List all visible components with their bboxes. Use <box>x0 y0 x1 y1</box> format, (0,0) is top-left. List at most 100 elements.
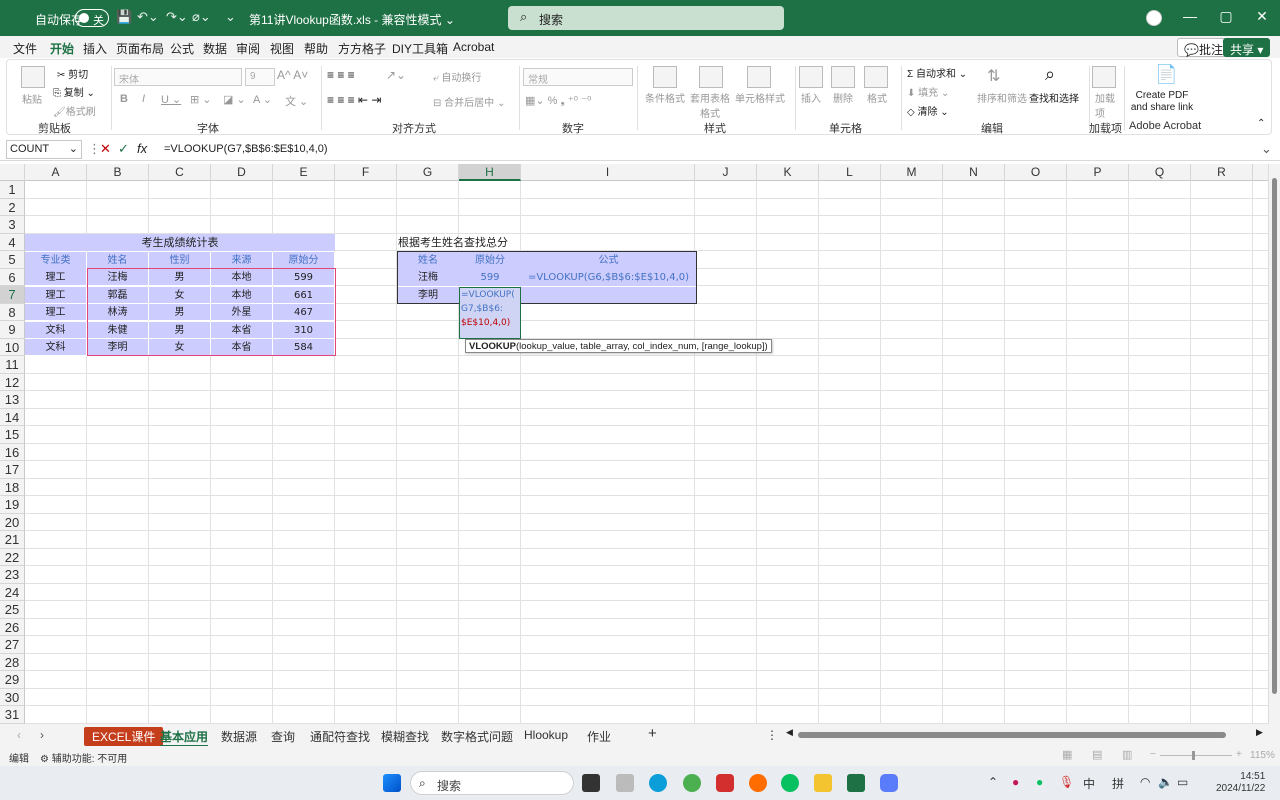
align-top-icon[interactable]: ≡ ≡ ≡ <box>327 68 355 82</box>
column-header-j[interactable]: J <box>695 164 757 181</box>
row-header-4[interactable]: 4 <box>0 233 25 251</box>
sheet-tab-query[interactable]: 查询 <box>271 728 295 745</box>
row-header-17[interactable]: 17 <box>0 461 25 479</box>
table1-data-cell[interactable]: 理工 <box>25 286 87 304</box>
view-layout-icon[interactable]: ▤ <box>1092 748 1102 761</box>
row-header-10[interactable]: 10 <box>0 338 25 356</box>
cell-styles-button[interactable]: 单元格样式 <box>735 90 785 105</box>
zoom-in-icon[interactable]: + <box>1236 749 1242 760</box>
row-header-13[interactable]: 13 <box>0 391 25 409</box>
row-header-23[interactable]: 23 <box>0 566 25 584</box>
grow-font-icon[interactable]: A^ A˅ <box>277 68 308 82</box>
row-header-22[interactable]: 22 <box>0 548 25 566</box>
table1-data-cell[interactable]: 文科 <box>25 321 87 339</box>
font-name-combo[interactable]: 宋体 <box>114 68 242 86</box>
table2-title[interactable]: 根据考生姓名查找总分 <box>398 234 538 251</box>
autosave-toggle[interactable]: 关 <box>75 9 109 27</box>
customize-qat-icon[interactable]: ⌄ <box>225 9 236 25</box>
row-header-27[interactable]: 27 <box>0 636 25 654</box>
border-icon[interactable]: ⊞ ⌄ <box>190 93 212 106</box>
column-header-m[interactable]: M <box>881 164 943 181</box>
find-select-button[interactable]: 查找和选择 <box>1029 90 1079 105</box>
column-header-g[interactable]: G <box>397 164 459 181</box>
sheet-tab-homework[interactable]: 作业 <box>587 728 611 745</box>
prev-sheet-icon[interactable]: ‹ <box>17 728 21 742</box>
file-explorer-icon[interactable] <box>814 774 832 792</box>
row-header-14[interactable]: 14 <box>0 408 25 426</box>
row-header-24[interactable]: 24 <box>0 583 25 601</box>
table1-data-cell[interactable]: 理工 <box>25 304 87 321</box>
tab-help[interactable]: 帮助 <box>304 40 328 57</box>
tab-acrobat[interactable]: Acrobat <box>453 40 494 54</box>
copy-button[interactable]: ⎘ 复制 ⌄ <box>53 84 95 99</box>
table1-header-cell[interactable]: 性别 <box>149 251 211 269</box>
row-header-11[interactable]: 11 <box>0 356 25 374</box>
column-header-a[interactable]: A <box>25 164 87 181</box>
column-header-e[interactable]: E <box>273 164 335 181</box>
column-header-c[interactable]: C <box>149 164 211 181</box>
sheet-tab-fuzzy[interactable]: 模糊查找 <box>381 728 429 745</box>
table2-header-score[interactable]: 原始分 <box>459 251 521 269</box>
row-header-29[interactable]: 29 <box>0 671 25 689</box>
volume-icon[interactable]: 🔈 <box>1158 775 1173 789</box>
pinwheel-app-icon[interactable] <box>683 774 701 792</box>
bold-icon[interactable]: B <box>120 93 128 105</box>
paste-icon[interactable] <box>21 66 45 88</box>
wifi-icon[interactable]: ◠ <box>1140 775 1150 789</box>
column-header-n[interactable]: N <box>943 164 1005 181</box>
orientation-icon[interactable]: ↗⌄ <box>386 68 406 82</box>
clear-button[interactable]: ◇ 清除 ⌄ <box>907 103 949 118</box>
sheet-tab-wildcard[interactable]: 通配符查找 <box>310 728 370 745</box>
row-header-26[interactable]: 26 <box>0 618 25 636</box>
font-color-icon[interactable]: A ⌄ <box>253 93 272 106</box>
cut-button[interactable]: ✂ 剪切 <box>57 66 88 81</box>
column-header-k[interactable]: K <box>757 164 819 181</box>
row-header-15[interactable]: 15 <box>0 426 25 444</box>
tab-review[interactable]: 审阅 <box>236 40 260 57</box>
table1-data-cell[interactable]: 文科 <box>25 339 87 356</box>
table1-header-cell[interactable]: 原始分 <box>273 251 335 269</box>
format-quick-icon[interactable]: ⌀⌄ <box>192 9 211 25</box>
table1-header-cell[interactable]: 来源 <box>211 251 273 269</box>
column-header-d[interactable]: D <box>211 164 273 181</box>
horizontal-scrollbar[interactable]: ◀ ▶ <box>786 727 1266 740</box>
excel-taskbar-icon[interactable] <box>847 774 865 792</box>
format-cells-button[interactable]: 格式 <box>867 90 887 105</box>
undo-icon[interactable]: ↶⌄ <box>137 9 159 25</box>
sheet-tab-excel[interactable]: EXCEL课件 <box>84 727 164 746</box>
microphone-icon[interactable]: 🎙 <box>1059 775 1074 789</box>
insert-function-icon[interactable]: fx <box>137 141 147 156</box>
sheet-tab-hlookup[interactable]: Hlookup <box>524 728 568 742</box>
tab-data[interactable]: 数据 <box>203 40 227 57</box>
scroll-right-icon[interactable]: ▶ <box>1256 727 1263 738</box>
comments-button[interactable]: 💬批注 <box>1177 38 1230 57</box>
column-header-b[interactable]: B <box>87 164 149 181</box>
row-header-21[interactable]: 21 <box>0 531 25 549</box>
table2-name-cell[interactable]: 汪梅 <box>397 269 459 286</box>
vertical-scrollbar-track[interactable] <box>1268 164 1280 724</box>
more-sheets-icon[interactable]: ⋮ <box>766 728 778 742</box>
edge-icon[interactable] <box>649 774 667 792</box>
windows-start-icon[interactable] <box>383 774 401 792</box>
tray-wechat-icon[interactable]: ● <box>1036 775 1043 789</box>
format-table-button[interactable]: 套用表格格式 <box>687 90 733 120</box>
row-header-3[interactable]: 3 <box>0 216 25 234</box>
tray-app-icon[interactable]: ● <box>1012 775 1019 789</box>
vertical-scroll-thumb[interactable] <box>1272 178 1277 694</box>
sheet-tab-datasource[interactable]: 数据源 <box>221 728 257 745</box>
row-header-19[interactable]: 19 <box>0 496 25 514</box>
function-tooltip[interactable]: VLOOKUP(lookup_value, table_array, col_i… <box>465 339 772 353</box>
zoom-slider-thumb[interactable] <box>1192 751 1195 760</box>
row-header-28[interactable]: 28 <box>0 653 25 671</box>
table2-header-name[interactable]: 姓名 <box>397 251 459 269</box>
add-sheet-icon[interactable]: + <box>648 725 657 742</box>
table2-formula-cell-2[interactable] <box>521 286 696 304</box>
addins-button[interactable]: 加载项 <box>1095 90 1115 120</box>
next-sheet-icon[interactable]: › <box>40 728 44 742</box>
table2-name-cell-2[interactable]: 李明 <box>397 286 459 304</box>
cancel-icon[interactable]: ✕ <box>100 141 111 157</box>
column-header-p[interactable]: P <box>1067 164 1129 181</box>
align-left-icon[interactable]: ≡ ≡ ≡ ⇤ ⇥ <box>327 93 381 107</box>
formula-input[interactable]: =VLOOKUP(G7,$B$6:$E$10,4,0) <box>164 143 328 155</box>
table1-title[interactable]: 考生成绩统计表 <box>25 234 335 251</box>
